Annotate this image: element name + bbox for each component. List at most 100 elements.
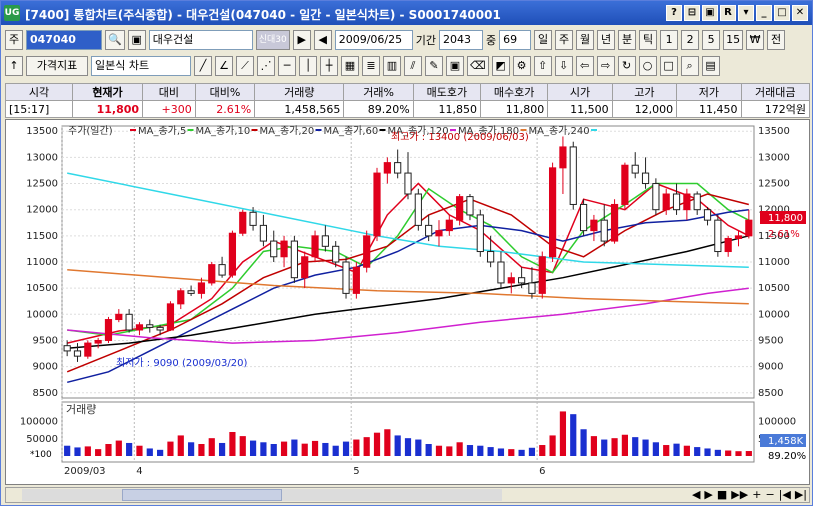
currency-button[interactable]: ₩ bbox=[746, 30, 765, 50]
scroll-right-icon[interactable]: ▶ bbox=[704, 488, 712, 502]
scroll-controls: ◀ ▶ ■ ▶▶ + − |◀ ▶| bbox=[692, 488, 807, 502]
tf-minute[interactable]: 분 bbox=[618, 30, 637, 50]
rect-tool-icon[interactable]: □ bbox=[659, 56, 678, 76]
candle-body bbox=[404, 172, 412, 195]
candle-body bbox=[177, 290, 185, 305]
candle-body bbox=[425, 224, 433, 237]
arrow-down-icon[interactable]: ⇩ bbox=[554, 56, 573, 76]
scroll-track[interactable] bbox=[22, 489, 502, 501]
back-icon[interactable]: ◀ bbox=[313, 30, 332, 50]
search-icon[interactable]: 🔍 bbox=[105, 30, 125, 50]
hline-tool-icon[interactable]: ─ bbox=[278, 56, 296, 76]
candle-body bbox=[569, 146, 577, 205]
palette-icon[interactable]: ▣ bbox=[446, 56, 464, 76]
image-icon[interactable]: ▣ bbox=[127, 30, 146, 50]
arrow-right-icon[interactable]: ⇨ bbox=[596, 56, 615, 76]
angle-tool-icon[interactable]: ∠ bbox=[215, 56, 233, 76]
zoom-out-icon[interactable]: − bbox=[765, 488, 774, 502]
first-icon[interactable]: |◀ bbox=[779, 488, 791, 502]
tf-year[interactable]: 년 bbox=[597, 30, 616, 50]
count-input[interactable]: 69 bbox=[499, 30, 532, 50]
image-tool-icon[interactable]: ◩ bbox=[491, 56, 510, 76]
chart-type-select[interactable]: 일본식 차트 bbox=[91, 56, 191, 76]
zoom-icon[interactable]: ⌕ bbox=[680, 56, 699, 76]
date-input[interactable]: 2009/06/25 bbox=[334, 30, 413, 50]
indicator-button[interactable]: 가격지표 bbox=[26, 56, 88, 76]
zoom-in-icon[interactable]: + bbox=[752, 488, 761, 502]
horizontal-scrollbar[interactable]: ◀ ▶ ■ ▶▶ + − |◀ ▶| bbox=[5, 487, 810, 503]
volume-unit-label: *100 bbox=[30, 450, 52, 460]
credit-badge[interactable]: 신대30 bbox=[255, 30, 290, 50]
price-chart-svg[interactable]: 8500 8500 9000 9000 9500 9500 10000 10000 10500 1… bbox=[6, 120, 809, 484]
period-input[interactable]: 2043 bbox=[438, 30, 483, 50]
grid-tool-icon[interactable]: ▦ bbox=[341, 56, 359, 76]
candle-body bbox=[734, 235, 743, 239]
arrow-up-icon[interactable]: ⇧ bbox=[533, 56, 552, 76]
y-tick-label-left: 8500 bbox=[33, 388, 58, 399]
legend-entry-3: MA_종가,60 bbox=[324, 125, 379, 137]
scroll-left-icon[interactable]: ◀ bbox=[692, 488, 700, 502]
tf-week[interactable]: 주 bbox=[555, 30, 574, 50]
print-icon[interactable]: ▣ bbox=[702, 5, 718, 21]
fast-forward-icon[interactable]: ▶▶ bbox=[731, 488, 748, 502]
tf-2[interactable]: 2 bbox=[681, 30, 700, 50]
y-tick-label-left: 9000 bbox=[33, 362, 58, 373]
refresh-r-icon[interactable]: R bbox=[720, 5, 736, 21]
maximize-icon[interactable]: □ bbox=[774, 5, 790, 21]
window-title: [7400] 통합차트(주식종합) - 대우건설(047040 - 일간 - 일… bbox=[25, 8, 501, 22]
volume-bar bbox=[580, 429, 587, 456]
pen-tool-icon[interactable]: ✎ bbox=[425, 56, 443, 76]
hdr-change-pct: 대비% bbox=[194, 83, 256, 101]
up-arrow-icon[interactable]: ↑ bbox=[5, 56, 23, 76]
line-tool-icon[interactable]: ╱ bbox=[194, 56, 212, 76]
tf-tick[interactable]: 틱 bbox=[639, 30, 658, 50]
circle-tool-icon[interactable]: ○ bbox=[638, 56, 657, 76]
tf-day[interactable]: 일 bbox=[534, 30, 553, 50]
ray-tool-icon[interactable]: ⟋ bbox=[236, 56, 254, 76]
redo-icon[interactable]: ↻ bbox=[617, 56, 636, 76]
candle-body bbox=[104, 319, 113, 341]
candle-body bbox=[63, 345, 71, 352]
market-select[interactable]: 주 bbox=[5, 30, 23, 50]
cross-tool-icon[interactable]: ┼ bbox=[320, 56, 338, 76]
tf-month[interactable]: 월 bbox=[576, 30, 595, 50]
vline-tool-icon[interactable]: │ bbox=[299, 56, 317, 76]
stock-code-input[interactable]: 047040 bbox=[26, 30, 102, 50]
chart-area[interactable]: 8500 8500 9000 9000 9500 9500 10000 10000 10500 1… bbox=[5, 119, 810, 485]
tf-15[interactable]: 15 bbox=[723, 30, 744, 50]
volume-bar bbox=[745, 451, 752, 456]
save-icon[interactable]: ▤ bbox=[701, 56, 720, 76]
scroll-thumb[interactable] bbox=[122, 489, 282, 501]
fan-tool-icon[interactable]: ⋰ bbox=[257, 56, 275, 76]
high-annotation: 최고가 : 13400 (2009/06/03) bbox=[391, 131, 529, 143]
arrow-left-icon[interactable]: ⇦ bbox=[575, 56, 594, 76]
bars-tool-icon[interactable]: ▥ bbox=[383, 56, 401, 76]
title-bar[interactable]: UG [7400] 통합차트(주식종합) - 대우건설(047040 - 일간 … bbox=[1, 1, 812, 25]
stop-icon[interactable]: ■ bbox=[717, 488, 727, 502]
candle-body bbox=[94, 339, 102, 344]
close-icon[interactable]: ✕ bbox=[792, 5, 808, 21]
last-icon[interactable]: ▶| bbox=[795, 488, 807, 502]
dropdown-icon[interactable]: ▾ bbox=[738, 5, 754, 21]
play-icon[interactable]: ▶ bbox=[292, 30, 311, 50]
channel-tool-icon[interactable]: ⫽ bbox=[404, 56, 422, 76]
eraser-icon[interactable]: ⌫ bbox=[467, 56, 489, 76]
minimize-icon[interactable]: _ bbox=[756, 5, 772, 21]
candle-body bbox=[270, 240, 278, 258]
help-icon[interactable]: ? bbox=[666, 5, 682, 21]
volume-bars bbox=[64, 411, 752, 456]
layout-icon[interactable]: ⊟ bbox=[684, 5, 700, 21]
tf-1[interactable]: 1 bbox=[660, 30, 679, 50]
tf-5[interactable]: 5 bbox=[702, 30, 721, 50]
candle-body bbox=[497, 261, 505, 284]
all-button[interactable]: 전 bbox=[767, 30, 786, 50]
volume-bar bbox=[95, 449, 102, 456]
candle-body bbox=[187, 290, 195, 294]
volume-bar bbox=[280, 441, 288, 456]
candle-body bbox=[73, 350, 82, 357]
settings-icon[interactable]: ⚙ bbox=[512, 56, 531, 76]
fibo-tool-icon[interactable]: ≣ bbox=[362, 56, 380, 76]
price-badge-pct: 2.61% bbox=[768, 229, 800, 240]
volume-bar bbox=[115, 440, 122, 456]
y-tick-label-left: 10500 bbox=[26, 283, 58, 294]
